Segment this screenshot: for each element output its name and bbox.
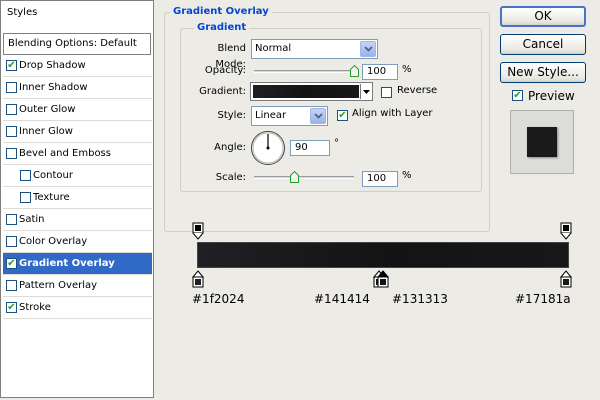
style-item-satin[interactable]: Satin bbox=[3, 209, 152, 231]
stop-label-4: #17181a bbox=[515, 292, 571, 306]
check-icon: ✔ bbox=[7, 60, 16, 71]
style-item-label: Stroke bbox=[19, 302, 51, 313]
scale-slider-thumb[interactable] bbox=[289, 171, 299, 183]
preview-swatch bbox=[527, 127, 557, 157]
opacity-slider[interactable] bbox=[254, 65, 359, 80]
style-item-label: Bevel and Emboss bbox=[19, 148, 111, 159]
inner-shadow-checkbox[interactable] bbox=[6, 82, 17, 93]
outer-glow-checkbox[interactable] bbox=[6, 104, 17, 115]
opacity-input[interactable]: 100 bbox=[362, 64, 398, 80]
scale-input[interactable]: 100 bbox=[362, 171, 398, 187]
satin-checkbox[interactable] bbox=[6, 214, 17, 225]
style-label: Style: bbox=[217, 110, 247, 121]
bevel-emboss-checkbox[interactable] bbox=[6, 148, 17, 159]
style-item-label: Color Overlay bbox=[19, 236, 88, 247]
style-item-stroke[interactable]: ✔ Stroke bbox=[3, 297, 152, 319]
styles-header[interactable]: Styles bbox=[3, 3, 151, 25]
color-overlay-checkbox[interactable] bbox=[6, 236, 17, 247]
ok-button[interactable]: OK bbox=[500, 6, 586, 27]
preview-thumbnail bbox=[510, 110, 574, 174]
caret-down-icon[interactable] bbox=[360, 84, 371, 99]
gradient-bar[interactable] bbox=[197, 242, 569, 268]
scale-label: Scale: bbox=[215, 172, 246, 183]
check-icon: ✔ bbox=[7, 302, 16, 313]
group-title: Gradient Overlay bbox=[170, 6, 272, 18]
opacity-label: Opacity: bbox=[204, 65, 246, 76]
stop-label-1: #1f2024 bbox=[192, 292, 245, 306]
stop-label-2: #141414 bbox=[314, 292, 370, 306]
style-item-outer-glow[interactable]: Outer Glow bbox=[3, 99, 152, 121]
inner-glow-checkbox[interactable] bbox=[6, 126, 17, 137]
style-item-label: Outer Glow bbox=[19, 104, 76, 115]
angle-input[interactable]: 90 bbox=[290, 140, 330, 156]
chevron-down-icon[interactable] bbox=[360, 41, 376, 57]
opacity-stop-right[interactable] bbox=[560, 222, 572, 240]
gradient-label: Gradient: bbox=[199, 86, 246, 97]
gradient-overlay-checkbox[interactable]: ✔ bbox=[6, 258, 17, 269]
style-item-label: Inner Shadow bbox=[19, 82, 88, 93]
section-title: Gradient bbox=[194, 22, 250, 34]
new-style-button[interactable]: New Style... bbox=[500, 62, 586, 83]
check-icon: ✔ bbox=[7, 258, 16, 269]
opacity-track bbox=[254, 70, 354, 73]
style-item-label: Satin bbox=[19, 214, 45, 225]
scale-unit: % bbox=[402, 170, 412, 181]
scale-slider[interactable] bbox=[254, 171, 358, 186]
opacity-stop-left[interactable] bbox=[192, 222, 204, 240]
style-item-label: Contour bbox=[33, 170, 73, 181]
preview-checkbox[interactable]: ✔ bbox=[512, 90, 523, 101]
opacity-slider-thumb[interactable] bbox=[349, 65, 359, 77]
style-item-label: Inner Glow bbox=[19, 126, 73, 137]
align-with-layer-label: Align with Layer bbox=[352, 108, 433, 119]
reverse-label: Reverse bbox=[397, 85, 438, 96]
color-stop-1[interactable] bbox=[192, 270, 204, 288]
style-item-inner-glow[interactable]: Inner Glow bbox=[3, 121, 152, 143]
style-item-contour[interactable]: Contour bbox=[3, 165, 152, 187]
opacity-unit: % bbox=[402, 64, 412, 75]
style-item-label: Gradient Overlay bbox=[19, 258, 115, 269]
check-icon: ✔ bbox=[338, 110, 347, 121]
style-item-texture[interactable]: Texture bbox=[3, 187, 152, 209]
style-item-bevel-emboss[interactable]: Bevel and Emboss bbox=[3, 143, 152, 165]
blend-mode-value: Normal bbox=[255, 43, 292, 54]
stroke-checkbox[interactable]: ✔ bbox=[6, 302, 17, 313]
scale-track bbox=[254, 176, 354, 179]
pattern-overlay-checkbox[interactable] bbox=[6, 280, 17, 291]
style-select[interactable]: Linear bbox=[251, 106, 328, 126]
style-item-inner-shadow[interactable]: Inner Shadow bbox=[3, 77, 152, 99]
style-item-label: Texture bbox=[33, 192, 70, 203]
check-icon: ✔ bbox=[513, 90, 522, 101]
preview-label: Preview bbox=[528, 89, 575, 103]
gradient-swatch bbox=[253, 85, 359, 98]
style-item-label: Pattern Overlay bbox=[19, 280, 98, 291]
style-item-gradient-overlay[interactable]: ✔ Gradient Overlay bbox=[3, 253, 152, 275]
contour-checkbox[interactable] bbox=[20, 170, 31, 181]
styles-panel: Styles Blending Options: Default ✔ Drop … bbox=[0, 0, 154, 398]
color-stop-4[interactable] bbox=[560, 270, 572, 288]
gradient-picker[interactable] bbox=[250, 82, 373, 101]
blend-mode-select[interactable]: Normal bbox=[251, 39, 378, 59]
style-item-pattern-overlay[interactable]: Pattern Overlay bbox=[3, 275, 152, 297]
align-with-layer-checkbox[interactable]: ✔ bbox=[337, 110, 348, 121]
drop-shadow-checkbox[interactable]: ✔ bbox=[6, 60, 17, 71]
texture-checkbox[interactable] bbox=[20, 192, 31, 203]
style-item-color-overlay[interactable]: Color Overlay bbox=[3, 231, 152, 253]
color-stop-3[interactable] bbox=[377, 270, 389, 288]
cancel-button[interactable]: Cancel bbox=[500, 34, 586, 55]
style-value: Linear bbox=[255, 110, 287, 121]
angle-unit: ° bbox=[334, 138, 339, 149]
angle-dial[interactable] bbox=[250, 130, 286, 166]
style-item-drop-shadow[interactable]: ✔ Drop Shadow bbox=[3, 55, 152, 77]
angle-label: Angle: bbox=[214, 142, 246, 153]
chevron-down-icon[interactable] bbox=[310, 108, 326, 124]
stop-label-3: #131313 bbox=[392, 292, 448, 306]
reverse-checkbox[interactable] bbox=[381, 87, 392, 98]
style-item-label: Drop Shadow bbox=[19, 60, 86, 71]
blending-options[interactable]: Blending Options: Default bbox=[3, 33, 151, 55]
